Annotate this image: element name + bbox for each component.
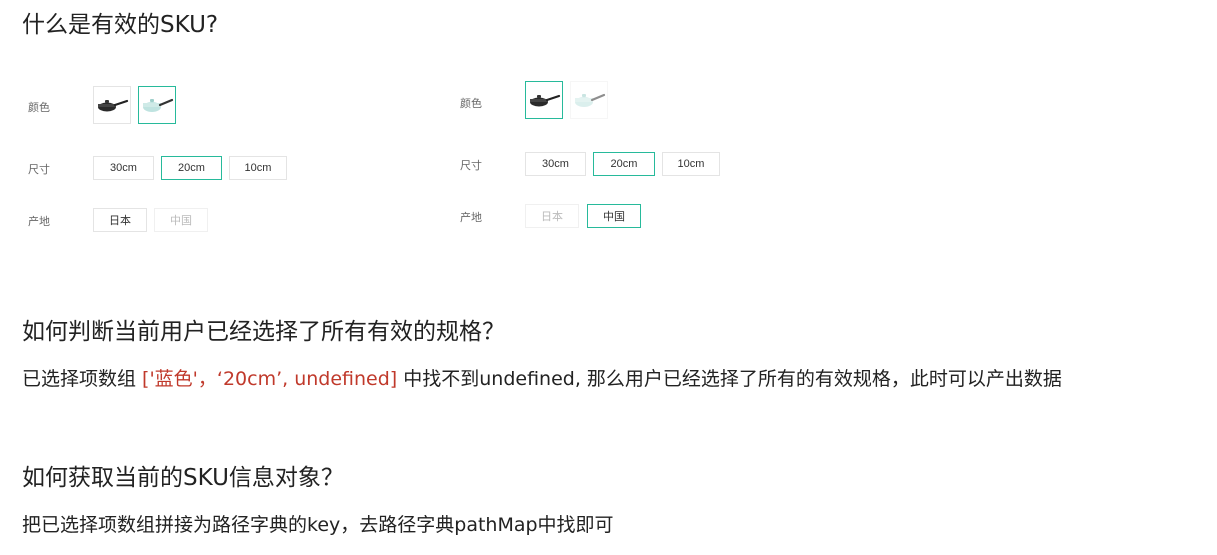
blue-pan-icon bbox=[143, 98, 174, 112]
spec-label-size: 尺寸 bbox=[28, 163, 50, 176]
blue-pan-icon bbox=[575, 93, 606, 107]
size-option-30cm[interactable]: 30cm bbox=[93, 156, 154, 180]
origin-option-china[interactable]: 中国 bbox=[154, 208, 208, 232]
para-text-after: 中找不到undefined, 那么用户已经选择了所有的有效规格，此时可以产出数据 bbox=[397, 368, 1062, 390]
color-option-blue[interactable] bbox=[138, 86, 176, 124]
black-pan-icon bbox=[530, 94, 561, 107]
spec-label-origin: 产地 bbox=[28, 215, 50, 228]
origin-option-japan[interactable]: 日本 bbox=[525, 204, 579, 228]
section-title-get-sku-info: 如何获取当前的SKU信息对象？ bbox=[22, 465, 344, 491]
color-option-black[interactable] bbox=[525, 81, 563, 119]
origin-option-japan[interactable]: 日本 bbox=[93, 208, 147, 232]
spec-label-color: 颜色 bbox=[28, 101, 50, 114]
color-option-blue[interactable] bbox=[570, 81, 608, 119]
para-text-before: 已选择项数组 bbox=[22, 368, 143, 390]
size-option-30cm[interactable]: 30cm bbox=[525, 152, 586, 176]
size-option-10cm[interactable]: 10cm bbox=[662, 152, 720, 176]
size-option-20cm[interactable]: 20cm bbox=[593, 152, 655, 176]
pathmap-paragraph: 把已选择项数组拼接为路径字典的key，去路径字典pathMap中找即可 bbox=[22, 514, 614, 536]
spec-label-color: 颜色 bbox=[460, 97, 482, 110]
spec-label-size: 尺寸 bbox=[460, 159, 482, 172]
size-option-20cm[interactable]: 20cm bbox=[161, 156, 222, 180]
origin-option-china[interactable]: 中国 bbox=[587, 204, 641, 228]
color-option-black[interactable] bbox=[93, 86, 131, 124]
section-title-check-all-selected: 如何判断当前用户已经选择了所有有效的规格？ bbox=[22, 319, 505, 345]
section-title-valid-sku: 什么是有效的SKU? bbox=[22, 12, 219, 38]
spec-label-origin: 产地 bbox=[460, 211, 482, 224]
black-pan-icon bbox=[98, 99, 129, 112]
explanation-paragraph: 已选择项数组 ['蓝色'，‘20cm’, undefined] 中找不到unde… bbox=[22, 366, 1062, 392]
size-option-10cm[interactable]: 10cm bbox=[229, 156, 287, 180]
selected-array-highlight: ['蓝色'，‘20cm’, undefined] bbox=[142, 368, 398, 390]
